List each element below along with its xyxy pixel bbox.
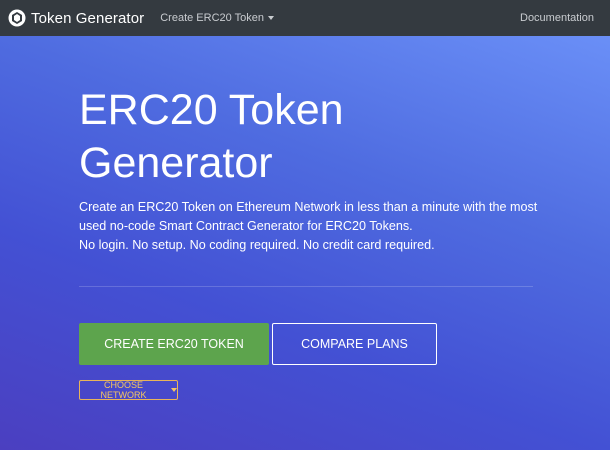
create-erc20-token-button[interactable]: CREATE ERC20 TOKEN: [79, 323, 269, 365]
choose-network-button[interactable]: CHOOSE NETWORK: [79, 380, 178, 400]
description-line2: used no-code Smart Contract Generator fo…: [79, 219, 413, 233]
divider: [79, 286, 533, 287]
caret-down-icon: [267, 16, 274, 20]
brand[interactable]: Token Generator: [8, 9, 144, 27]
choose-network-label: CHOOSE NETWORK: [100, 380, 147, 400]
caret-down-icon: [171, 388, 177, 392]
create-token-dropdown[interactable]: Create ERC20 Token: [160, 12, 274, 24]
page-title: ERC20 Token Generator: [79, 84, 519, 190]
description-line1: Create an ERC20 Token on Ethereum Networ…: [79, 200, 538, 214]
page-title-line1: ERC20 Token: [79, 86, 344, 134]
description-line3: No login. No setup. No coding required. …: [79, 238, 435, 252]
create-token-dropdown-label: Create ERC20 Token: [160, 12, 264, 24]
navbar: Token Generator Create ERC20 Token Docum…: [0, 0, 610, 36]
documentation-link[interactable]: Documentation: [520, 0, 594, 36]
compare-plans-button[interactable]: COMPARE PLANS: [272, 323, 437, 365]
token-logo-icon: [8, 9, 26, 27]
hero-description: Create an ERC20 Token on Ethereum Networ…: [79, 198, 569, 255]
brand-name: Token Generator: [31, 9, 145, 27]
page-title-line2: Generator: [79, 139, 273, 187]
